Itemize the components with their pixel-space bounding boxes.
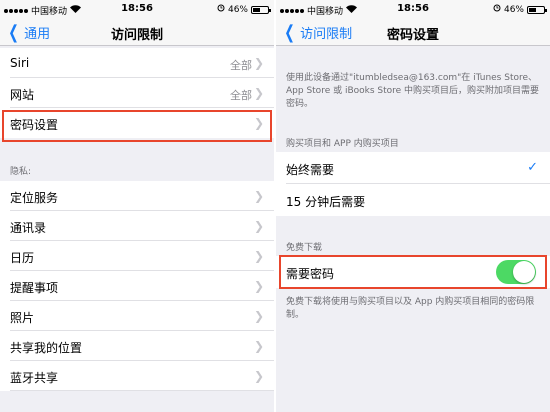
list-item-label: 日历 [10, 251, 35, 265]
chevron-right-icon: ❯ [253, 86, 264, 100]
password-description: 使用此设备通过"itumbledsea@163.com"在 iTunes Sto… [286, 73, 540, 109]
navigation-bar: ❮ 通用 访问限制 [0, 18, 274, 46]
chevron-right-icon: ❯ [253, 279, 264, 293]
status-bar: 中国移动 18:56 46% [276, 0, 550, 18]
list-item-siri[interactable]: Siri 全部 ❯ [0, 48, 274, 78]
list-item-label: Siri [10, 56, 30, 70]
page-title: 密码设置 [386, 28, 439, 43]
list-item-value: 全部 [230, 89, 252, 102]
page-title: 访问限制 [110, 28, 163, 43]
chevron-right-icon: ❯ [253, 309, 264, 323]
option-require-after-15-min[interactable]: 15 分钟后需要 [276, 184, 550, 216]
highlight-box [279, 255, 547, 289]
alarm-icon [493, 4, 501, 15]
chevron-right-icon: ❯ [253, 189, 264, 203]
list-item-reminders[interactable]: 提醒事项 ❯ [0, 271, 274, 301]
privacy-section-header: 隐私: [10, 167, 32, 177]
battery-percent: 46% [227, 4, 248, 15]
password-settings-screen: 中国移动 18:56 46% ❮ 访问限制 密码设置 使用此设备通过"itumb… [276, 0, 550, 412]
purchase-section-header: 购买项目和 APP 内购买项目 [286, 139, 399, 149]
chevron-right-icon: ❯ [253, 56, 264, 70]
battery-percent: 46% [503, 4, 524, 15]
option-label: 始终需要 [286, 163, 335, 177]
list-item-calendar[interactable]: 日历 ❯ [0, 241, 274, 271]
chevron-right-icon: ❯ [253, 339, 264, 353]
list-item-bluetooth-sharing[interactable]: 蓝牙共享 ❯ [0, 361, 274, 391]
list-item-location-services[interactable]: 定位服务 ❯ [0, 181, 274, 211]
status-bar: 中国移动 18:56 46% [0, 0, 274, 18]
list-item-label: 照片 [10, 311, 35, 325]
chevron-right-icon: ❯ [253, 249, 264, 263]
separator [10, 390, 274, 391]
restrictions-screen: 中国移动 18:56 46% ❮ 通用 访问限制 Siri 全部 ❯ 网站 全部… [0, 0, 274, 412]
option-always-require[interactable]: 始终需要 ✓ [276, 152, 550, 184]
battery-icon [251, 5, 271, 14]
free-downloads-section-header: 免费下载 [286, 243, 323, 253]
checkmark-icon: ✓ [527, 160, 538, 175]
free-downloads-footnote: 免费下载将使用与购买项目以及 App 内购买项目相同的密码限制。 [286, 297, 535, 320]
list-item-label: 通讯录 [10, 221, 47, 235]
list-item-label: 网站 [10, 88, 35, 102]
list-item-websites[interactable]: 网站 全部 ❯ [0, 78, 274, 108]
list-item-value: 全部 [230, 59, 252, 72]
list-item-label: 定位服务 [10, 191, 59, 205]
list-item-contacts[interactable]: 通讯录 ❯ [0, 211, 274, 241]
chevron-right-icon: ❯ [253, 219, 264, 233]
list-item-label: 提醒事项 [10, 281, 59, 295]
battery-icon [527, 5, 547, 14]
chevron-right-icon: ❯ [253, 369, 264, 383]
option-label: 15 分钟后需要 [286, 195, 366, 209]
list-item-photos[interactable]: 照片 ❯ [0, 301, 274, 331]
highlight-box [2, 110, 272, 142]
navigation-bar: ❮ 访问限制 密码设置 [276, 18, 550, 46]
list-item-label: 蓝牙共享 [10, 371, 59, 385]
list-item-share-my-location[interactable]: 共享我的位置 ❯ [0, 331, 274, 361]
alarm-icon [217, 4, 225, 15]
list-item-label: 共享我的位置 [10, 341, 83, 355]
